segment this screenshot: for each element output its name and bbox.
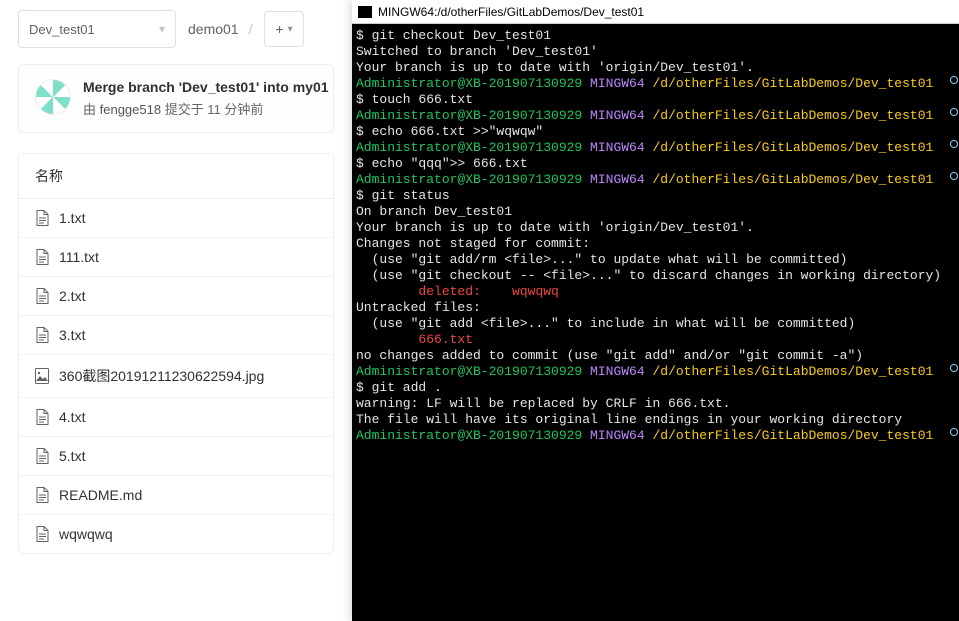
file-row[interactable]: 4.txt bbox=[19, 398, 333, 437]
terminal-line: 666.txt bbox=[356, 332, 955, 348]
text-file-icon bbox=[35, 448, 49, 464]
status-badge-icon bbox=[950, 140, 958, 148]
breadcrumb-separator: / bbox=[249, 21, 253, 37]
chevron-down-icon: ▾ bbox=[288, 24, 293, 35]
commit-by-prefix: 由 bbox=[83, 102, 100, 117]
commit-time: 提交于 11 分钟前 bbox=[161, 102, 263, 117]
terminal-line: Your branch is up to date with 'origin/D… bbox=[356, 220, 955, 236]
file-table: 名称 1.txt 111.txt 2.txt 3.txt 360截图2019121123… bbox=[18, 153, 334, 554]
terminal-line: no changes added to commit (use "git add… bbox=[356, 348, 955, 364]
terminal-line: Administrator@XB-201907130929 MINGW64 /d… bbox=[356, 364, 955, 380]
terminal-line: $ echo 666.txt >>"wqwqw" bbox=[356, 124, 955, 140]
image-file-icon bbox=[35, 368, 49, 384]
terminal-line: Administrator@XB-201907130929 MINGW64 /d… bbox=[356, 76, 955, 92]
file-name: 2.txt bbox=[59, 288, 85, 304]
top-bar: Dev_test01 ▾ demo01 / + ▾ bbox=[18, 10, 334, 48]
commit-info: Merge branch 'Dev_test01' into my01 由 fe… bbox=[83, 79, 329, 118]
terminal-line: $ echo "qqq">> 666.txt bbox=[356, 156, 955, 172]
status-badge-icon bbox=[950, 108, 958, 116]
text-file-icon bbox=[35, 210, 49, 226]
terminal-title: MINGW64:/d/otherFiles/GitLabDemos/Dev_te… bbox=[378, 5, 644, 19]
file-row[interactable]: 3.txt bbox=[19, 316, 333, 355]
branch-select[interactable]: Dev_test01 ▾ bbox=[18, 10, 176, 48]
terminal-window: MINGW64:/d/otherFiles/GitLabDemos/Dev_te… bbox=[352, 0, 959, 621]
terminal-line: Untracked files: bbox=[356, 300, 955, 316]
text-file-icon bbox=[35, 409, 49, 425]
text-file-icon bbox=[35, 327, 49, 343]
terminal-line: $ git status bbox=[356, 188, 955, 204]
text-file-icon bbox=[35, 249, 49, 265]
terminal-line: Administrator@XB-201907130929 MINGW64 /d… bbox=[356, 428, 955, 444]
file-name: wqwqwq bbox=[59, 526, 113, 542]
file-name: 5.txt bbox=[59, 448, 85, 464]
file-name: 360截图20191211230622594.jpg bbox=[59, 366, 264, 386]
terminal-line: Administrator@XB-201907130929 MINGW64 /d… bbox=[356, 172, 955, 188]
terminal-titlebar[interactable]: MINGW64:/d/otherFiles/GitLabDemos/Dev_te… bbox=[352, 0, 959, 24]
text-file-icon bbox=[35, 487, 49, 503]
terminal-line: deleted: wqwqwq bbox=[356, 284, 955, 300]
terminal-line: (use "git add/rm <file>..." to update wh… bbox=[356, 252, 955, 268]
add-button[interactable]: + ▾ bbox=[264, 11, 303, 47]
file-name: 4.txt bbox=[59, 409, 85, 425]
file-row[interactable]: 1.txt bbox=[19, 199, 333, 238]
breadcrumb-item[interactable]: demo01 bbox=[188, 21, 239, 37]
terminal-line: Your branch is up to date with 'origin/D… bbox=[356, 60, 955, 76]
file-row[interactable]: wqwqwq bbox=[19, 515, 333, 553]
status-badge-icon bbox=[950, 428, 958, 436]
chevron-down-icon: ▾ bbox=[159, 22, 165, 36]
file-name: 3.txt bbox=[59, 327, 85, 343]
terminal-line: Administrator@XB-201907130929 MINGW64 /d… bbox=[356, 140, 955, 156]
commit-meta: 由 fengge518 提交于 11 分钟前 bbox=[83, 99, 329, 118]
terminal-line: warning: LF will be replaced by CRLF in … bbox=[356, 396, 955, 412]
status-badge-icon bbox=[950, 76, 958, 84]
terminal-line: The file will have its original line end… bbox=[356, 412, 955, 428]
terminal-line: Administrator@XB-201907130929 MINGW64 /d… bbox=[356, 108, 955, 124]
terminal-line: Switched to branch 'Dev_test01' bbox=[356, 44, 955, 60]
file-name: 111.txt bbox=[59, 249, 99, 265]
terminal-line: (use "git checkout -- <file>..." to disc… bbox=[356, 268, 955, 284]
avatar bbox=[35, 79, 71, 115]
branch-select-label: Dev_test01 bbox=[29, 22, 95, 37]
commit-message: Merge branch 'Dev_test01' into my01 bbox=[83, 79, 329, 95]
breadcrumb: demo01 / bbox=[188, 21, 252, 37]
status-badge-icon bbox=[950, 172, 958, 180]
terminal-icon bbox=[358, 6, 372, 18]
terminal-line: On branch Dev_test01 bbox=[356, 204, 955, 220]
file-table-header: 名称 bbox=[19, 154, 333, 199]
text-file-icon bbox=[35, 288, 49, 304]
file-name: README.md bbox=[59, 487, 142, 503]
plus-icon: + bbox=[275, 21, 283, 37]
terminal-line: Changes not staged for commit: bbox=[356, 236, 955, 252]
text-file-icon bbox=[35, 526, 49, 542]
terminal-line: $ git checkout Dev_test01 bbox=[356, 28, 955, 44]
file-row[interactable]: README.md bbox=[19, 476, 333, 515]
terminal-line: $ touch 666.txt bbox=[356, 92, 955, 108]
file-name: 1.txt bbox=[59, 210, 85, 226]
file-row[interactable]: 111.txt bbox=[19, 238, 333, 277]
commit-author[interactable]: fengge518 bbox=[100, 102, 161, 117]
file-row[interactable]: 2.txt bbox=[19, 277, 333, 316]
terminal-body[interactable]: $ git checkout Dev_test01Switched to bra… bbox=[352, 24, 959, 621]
latest-commit-box[interactable]: Merge branch 'Dev_test01' into my01 由 fe… bbox=[18, 64, 334, 133]
status-badge-icon bbox=[950, 364, 958, 372]
terminal-line: (use "git add <file>..." to include in w… bbox=[356, 316, 955, 332]
repo-browser-panel: Dev_test01 ▾ demo01 / + ▾ Merge branch '… bbox=[0, 0, 352, 621]
file-row[interactable]: 5.txt bbox=[19, 437, 333, 476]
terminal-line: $ git add . bbox=[356, 380, 955, 396]
file-row[interactable]: 360截图20191211230622594.jpg bbox=[19, 355, 333, 398]
